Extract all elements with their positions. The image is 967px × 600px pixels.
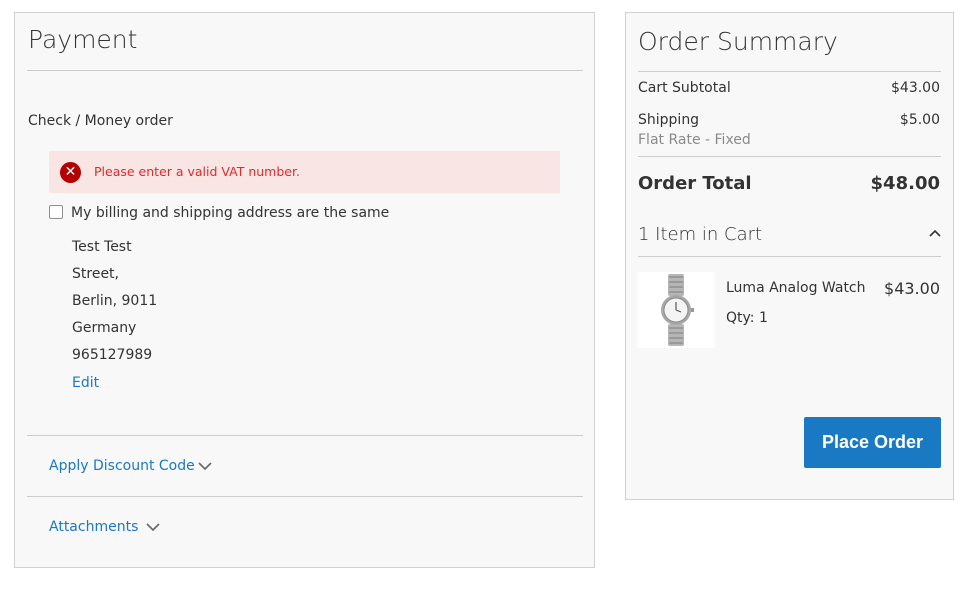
address-line: Germany [72, 320, 137, 336]
shipping-label: Shipping [638, 112, 700, 128]
product-thumbnail[interactable] [638, 272, 714, 348]
divider [27, 70, 583, 71]
address-line: Test Test [72, 239, 132, 255]
attachments-toggle[interactable]: Attachments [49, 519, 138, 535]
order-total-value: $48.00 [870, 173, 940, 194]
address-line: Street, [72, 266, 119, 282]
place-order-button[interactable]: Place Order [804, 417, 941, 468]
divider [27, 496, 583, 497]
cart-item-qty: Qty: 1 [726, 310, 768, 326]
error-icon: ✕ [60, 162, 81, 183]
cart-item-name: Luma Analog Watch [726, 280, 866, 296]
divider [638, 256, 941, 257]
error-message: ✕ Please enter a valid VAT number. [49, 151, 560, 193]
cart-item-price: $43.00 [884, 279, 940, 298]
chevron-down-icon[interactable] [146, 523, 160, 532]
address-line: 965127989 [72, 347, 153, 363]
payment-title: Payment [28, 25, 138, 54]
chevron-down-icon[interactable] [198, 462, 212, 471]
chevron-up-icon[interactable] [929, 229, 941, 237]
items-in-cart-toggle[interactable]: 1 Item in Cart [638, 224, 762, 245]
watch-image-icon [661, 274, 694, 346]
shipping-value: $5.00 [899, 112, 940, 128]
same-address-checkbox[interactable] [49, 205, 63, 219]
payment-method-label: Check / Money order [28, 113, 173, 129]
shipping-method: Flat Rate - Fixed [638, 132, 751, 148]
divider [638, 71, 941, 72]
same-address-label[interactable]: My billing and shipping address are the … [71, 205, 389, 221]
payment-section: Payment Check / Money order ✕ Please ent… [14, 12, 595, 568]
address-line: Berlin, 9011 [72, 293, 158, 309]
subtotal-label: Cart Subtotal [638, 80, 731, 96]
subtotal-value: $43.00 [891, 80, 940, 96]
divider [27, 435, 583, 436]
edit-address-link[interactable]: Edit [72, 375, 99, 391]
divider [638, 156, 941, 157]
error-text: Please enter a valid VAT number. [94, 164, 300, 179]
order-summary: Order Summary Cart Subtotal $43.00 Shipp… [625, 12, 954, 500]
order-summary-title: Order Summary [638, 27, 838, 56]
order-total-label: Order Total [638, 173, 752, 194]
apply-discount-toggle[interactable]: Apply Discount Code [49, 458, 195, 474]
